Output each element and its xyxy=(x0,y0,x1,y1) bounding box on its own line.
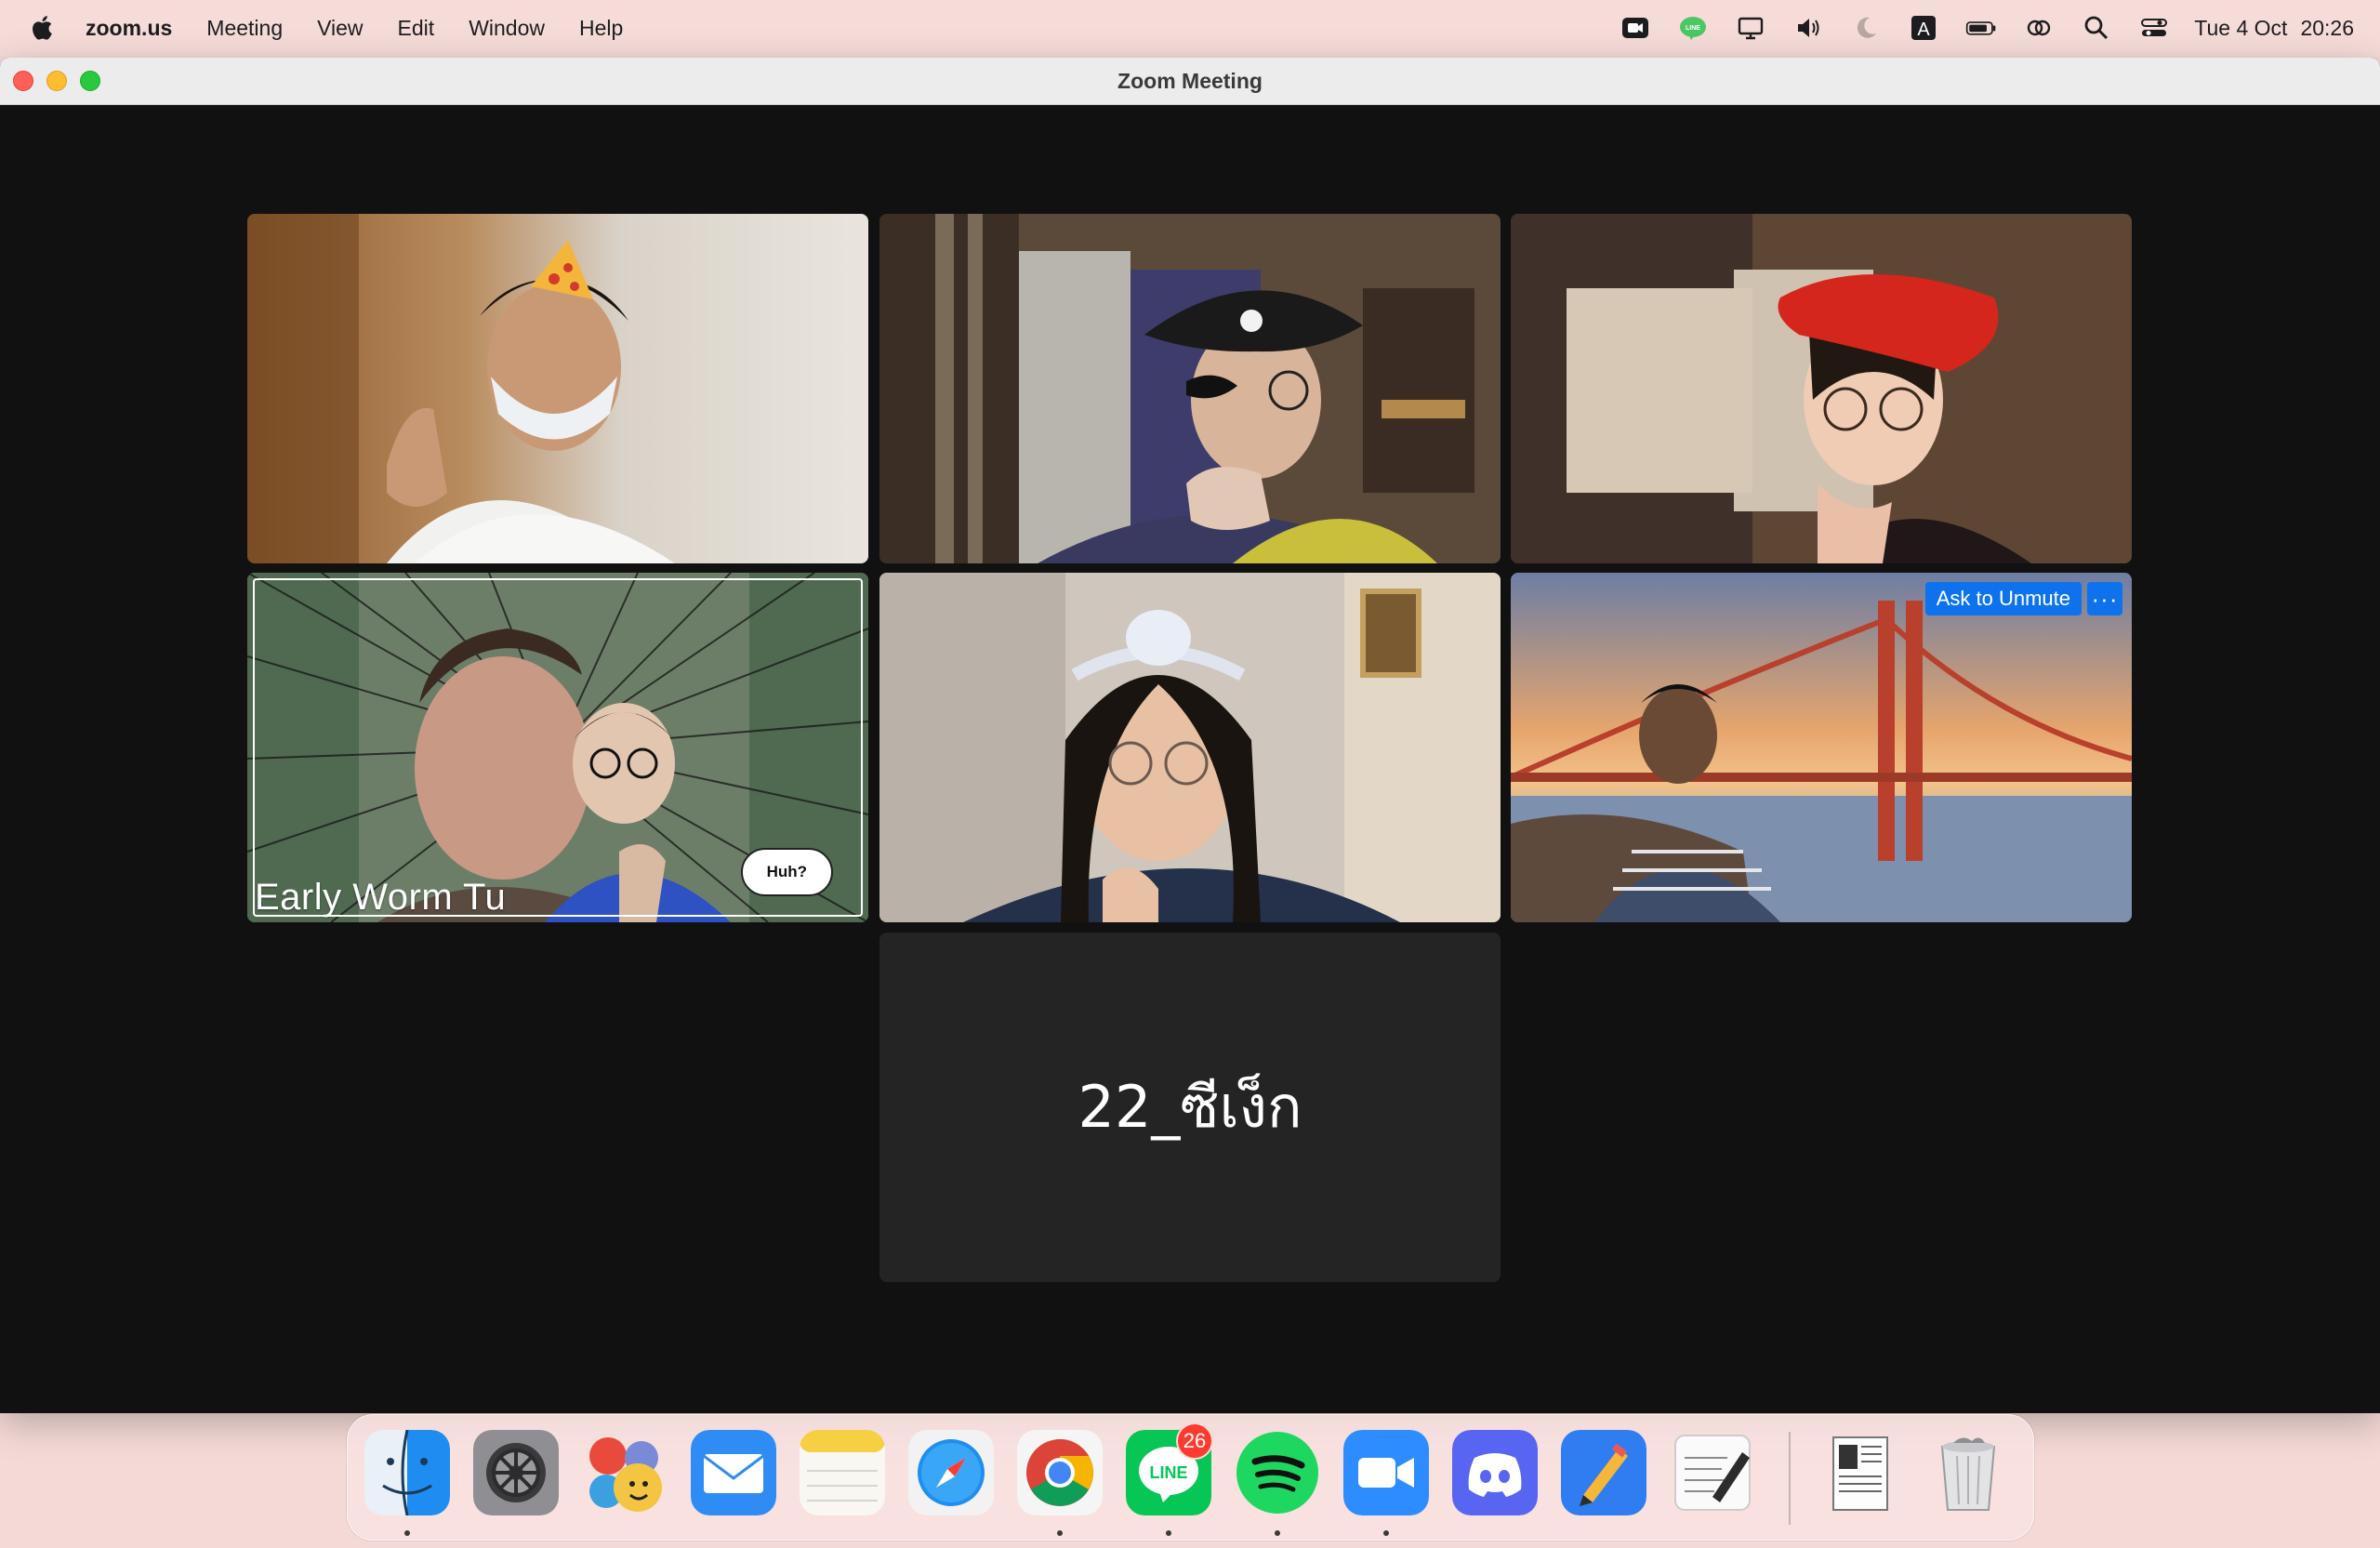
line-running-indicator xyxy=(1166,1530,1171,1536)
zoom-meeting-window: Zoom Meeting Huh? Early Worm Tu Ask to U… xyxy=(0,58,2380,1413)
line-notification-badge: 26 xyxy=(1176,1422,1213,1460)
participant-video-tile[interactable]: Ask to Unmute ··· xyxy=(1511,573,2132,922)
trash-icon[interactable] xyxy=(1925,1430,2011,1515)
menu-app-name[interactable]: zoom.us xyxy=(86,16,172,41)
apple-icon[interactable] xyxy=(30,14,58,42)
system-settings-icon[interactable] xyxy=(473,1430,559,1515)
participant-name-display: 22_ซีเง็ก xyxy=(1078,1073,1302,1141)
close-window-button[interactable] xyxy=(13,71,33,91)
participant-video-tile[interactable] xyxy=(879,214,1501,563)
participant-video-tile-active-speaker[interactable]: Huh? Early Worm Tu xyxy=(247,573,868,922)
fullscreen-window-button[interactable] xyxy=(80,71,100,91)
zoom-running-indicator xyxy=(1383,1530,1389,1536)
safari-icon[interactable] xyxy=(908,1430,994,1515)
volume-icon[interactable] xyxy=(1792,12,1824,44)
participant-video-off-tile[interactable]: 22_ซีเง็ก xyxy=(879,933,1501,1282)
battery-icon[interactable] xyxy=(1965,12,1997,44)
clock-time: 20:26 xyxy=(2300,15,2354,40)
mail-icon[interactable] xyxy=(691,1430,776,1515)
participant-video-tile[interactable] xyxy=(1511,214,2132,563)
finder-icon[interactable] xyxy=(364,1430,450,1515)
window-title: Zoom Meeting xyxy=(1117,68,1263,93)
speech-bubble-sticker: Huh? xyxy=(740,848,833,896)
menu-edit[interactable]: Edit xyxy=(398,16,435,41)
svg-text:LINE: LINE xyxy=(1149,1463,1187,1482)
control-center-icon[interactable] xyxy=(2138,12,2170,44)
participant-video-tile[interactable] xyxy=(879,573,1501,922)
ask-to-unmute-button[interactable]: Ask to Unmute xyxy=(1924,582,2082,615)
minimize-window-button[interactable] xyxy=(46,71,67,91)
finder-running-indicator xyxy=(404,1530,410,1536)
participant-controls: Ask to Unmute ··· xyxy=(1924,582,2122,615)
participant-video-tile[interactable] xyxy=(247,214,868,563)
recent-document-icon[interactable] xyxy=(1817,1430,1902,1515)
menu-view[interactable]: View xyxy=(317,16,363,41)
focus-moon-icon[interactable] xyxy=(1850,12,1882,44)
spotlight-search-icon[interactable] xyxy=(2081,12,2112,44)
clock-date: Tue 4 Oct xyxy=(2194,15,2288,40)
window-titlebar[interactable]: Zoom Meeting xyxy=(0,58,2380,105)
discord-icon[interactable] xyxy=(1452,1430,1538,1515)
line-status-icon[interactable]: LINE xyxy=(1677,12,1709,44)
more-options-button[interactable]: ··· xyxy=(2087,582,2122,615)
chrome-running-indicator xyxy=(1057,1530,1063,1536)
chrome-icon[interactable] xyxy=(1017,1430,1103,1515)
menu-meeting[interactable]: Meeting xyxy=(206,16,283,41)
dock-separator xyxy=(1789,1432,1791,1525)
menu-clock[interactable]: Tue 4 Oct 20:26 xyxy=(2194,16,2354,41)
participant-video xyxy=(1511,573,2132,922)
svg-text:LINE: LINE xyxy=(1686,25,1700,32)
macos-dock: LINE 26 xyxy=(347,1414,2034,1541)
screen-mirroring-icon[interactable] xyxy=(2023,12,2055,44)
svg-text:A: A xyxy=(1918,20,1931,40)
launchpad-icon[interactable] xyxy=(582,1430,668,1515)
participant-video xyxy=(879,573,1501,922)
textedit-icon[interactable] xyxy=(1670,1430,1755,1515)
zoom-icon[interactable] xyxy=(1343,1430,1429,1515)
participant-video xyxy=(879,214,1501,563)
participant-video xyxy=(1511,214,2132,563)
display-icon[interactable] xyxy=(1735,12,1766,44)
participant-video xyxy=(247,214,868,563)
zoom-status-icon[interactable] xyxy=(1620,12,1651,44)
input-source-icon[interactable]: A xyxy=(1908,12,1939,44)
menu-bar: zoom.us Meeting View Edit Window Help LI… xyxy=(0,0,2380,56)
spotify-running-indicator xyxy=(1275,1530,1280,1536)
menu-window[interactable]: Window xyxy=(469,16,545,41)
pages-icon[interactable] xyxy=(1561,1430,1646,1515)
spotify-icon[interactable] xyxy=(1235,1430,1320,1515)
window-controls xyxy=(13,71,100,91)
notes-icon[interactable] xyxy=(800,1430,885,1515)
menu-help[interactable]: Help xyxy=(579,16,623,41)
participant-name-label: Early Worm Tu xyxy=(255,877,506,918)
status-area: LINE A Tue 4 Oct 20:26 xyxy=(1593,0,2354,56)
